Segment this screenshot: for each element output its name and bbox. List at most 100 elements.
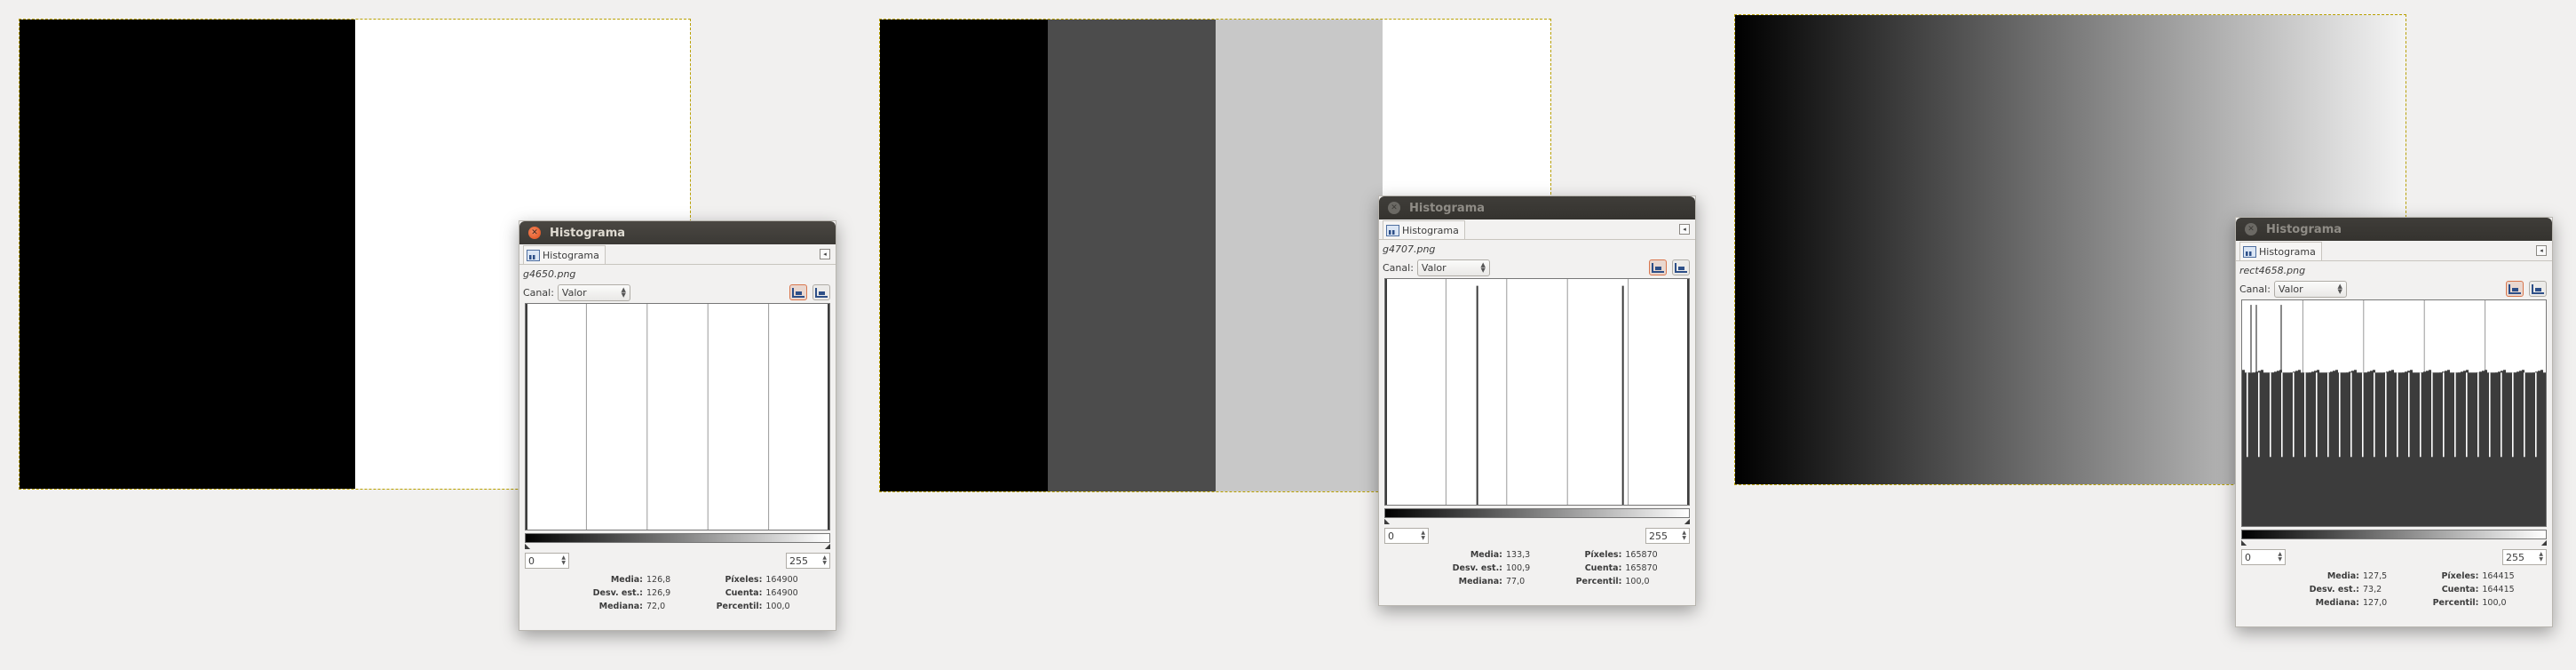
mean-label: Media: xyxy=(2326,571,2359,581)
mean-value: 133,3 xyxy=(1505,550,1531,560)
mean-value: 127,5 xyxy=(2362,571,2388,581)
histogram-gap xyxy=(2397,372,2398,458)
range-high-input[interactable]: 255 ▲ ▼ xyxy=(786,553,830,569)
histogram-bin xyxy=(2415,374,2418,379)
median-label: Mediana: xyxy=(598,602,643,611)
window-titlebar[interactable]: ✕ Histograma xyxy=(1379,196,1695,219)
histogram-bin xyxy=(2309,372,2311,377)
channel-select[interactable]: Valor ▲ ▼ xyxy=(2273,280,2347,298)
histogram-bin xyxy=(2271,372,2274,377)
spin-arrows-icon[interactable]: ▲ ▼ xyxy=(2539,552,2543,562)
dock-tabbar: Histograma ◂ xyxy=(519,244,836,265)
window-titlebar[interactable]: ✕ Histograma xyxy=(519,221,836,244)
histogram-bin xyxy=(2479,371,2482,376)
window-title: Histograma xyxy=(550,226,626,240)
window-titlebar[interactable]: ✕ Histograma xyxy=(2236,218,2552,241)
histogram-window-2: ✕ Histograma Histograma ◂ g4707.png Cana… xyxy=(1378,195,1696,606)
histogram-bin xyxy=(2365,372,2367,377)
range-low-input[interactable]: 0 ▲ ▼ xyxy=(525,553,569,569)
histogram-bin xyxy=(2391,370,2394,374)
spin-arrows-icon[interactable]: ▲ ▼ xyxy=(1682,530,1686,541)
spin-arrows-icon[interactable]: ▲ ▼ xyxy=(1421,530,1425,541)
tab-histogram[interactable]: Histograma xyxy=(1383,220,1465,239)
high-handle[interactable]: ◢ xyxy=(2541,539,2547,546)
low-handle[interactable]: ◣ xyxy=(1384,518,1390,525)
tab-histogram[interactable]: Histograma xyxy=(2239,242,2322,260)
tab-histogram[interactable]: Histograma xyxy=(523,245,606,264)
histogram-plateau xyxy=(2242,372,2546,526)
linear-scale-button[interactable] xyxy=(2506,281,2524,297)
histogram-plot[interactable] xyxy=(1384,278,1690,506)
histogram-gap xyxy=(2374,372,2375,458)
histogram-gap xyxy=(2247,372,2248,458)
histogram-bin xyxy=(2399,373,2402,378)
log-scale-button[interactable] xyxy=(2529,281,2547,297)
channel-label: Canal: xyxy=(523,286,554,299)
histogram-gap xyxy=(2501,372,2502,458)
range-low-value: 0 xyxy=(2245,551,2251,563)
channel-row: Canal: Valor ▲ ▼ xyxy=(1379,257,1695,278)
histogram-gap xyxy=(2270,372,2271,458)
range-low-value: 0 xyxy=(528,554,535,567)
histogram-plot[interactable] xyxy=(2241,299,2547,527)
tab-menu-icon[interactable]: ◂ xyxy=(1679,224,1690,235)
histogram-bin xyxy=(2378,374,2381,379)
chevron-updown-icon: ▲ ▼ xyxy=(2337,283,2342,295)
low-handle[interactable]: ◣ xyxy=(2241,539,2247,546)
image-filename: g4650.png xyxy=(523,268,576,280)
histogram-bin xyxy=(2482,371,2485,375)
histogram-gap xyxy=(2281,372,2283,458)
range-high-input[interactable]: 255 ▲ ▼ xyxy=(1645,528,1690,544)
range-low-input[interactable]: 0 ▲ ▼ xyxy=(2241,549,2286,565)
histogram-gap xyxy=(2512,372,2514,458)
high-handle[interactable]: ◢ xyxy=(825,543,830,550)
percentile-value: 100,0 xyxy=(2482,598,2507,608)
histogram-gap xyxy=(2535,372,2537,458)
histogram-bin xyxy=(2423,371,2426,376)
channel-select[interactable]: Valor ▲ ▼ xyxy=(1416,259,1490,276)
histogram-bin xyxy=(2498,371,2501,376)
linear-histogram-icon xyxy=(1652,262,1664,273)
range-inputs: 0 ▲ ▼ 255 ▲ ▼ xyxy=(519,550,836,571)
channel-select[interactable]: Valor ▲ ▼ xyxy=(557,283,630,301)
histogram-bin xyxy=(2471,374,2474,379)
histogram-bin xyxy=(2410,370,2413,374)
histogram-gap xyxy=(2454,372,2456,458)
histogram-bin xyxy=(2514,372,2517,377)
tab-menu-icon[interactable]: ◂ xyxy=(820,249,830,259)
histogram-bin xyxy=(2543,375,2546,379)
histogram-gap xyxy=(2304,372,2306,458)
mean-label: Media: xyxy=(1470,550,1502,560)
spin-arrows-icon[interactable]: ▲ ▼ xyxy=(822,555,827,566)
log-scale-button[interactable] xyxy=(812,284,830,300)
range-inputs: 0 ▲ ▼ 255 ▲ ▼ xyxy=(1379,525,1695,546)
histogram-plot[interactable] xyxy=(525,303,830,530)
range-low-input[interactable]: 0 ▲ ▼ xyxy=(1384,528,1429,544)
pixels-value: 165870 xyxy=(1625,550,1658,560)
median-label: Mediana: xyxy=(2315,598,2359,608)
histogram-bin xyxy=(2540,370,2543,374)
linear-scale-button[interactable] xyxy=(789,284,807,300)
range-handles: ◣ ◢ xyxy=(2241,539,2547,546)
spin-arrows-icon[interactable]: ▲ ▼ xyxy=(561,555,566,566)
log-scale-button[interactable] xyxy=(1672,259,1690,275)
spin-arrows-icon[interactable]: ▲ ▼ xyxy=(2278,552,2282,562)
channel-select-value: Valor xyxy=(1421,261,1447,274)
channel-row: Canal: Valor ▲ ▼ xyxy=(519,282,836,303)
histogram-bin xyxy=(2429,370,2431,374)
tab-menu-icon[interactable]: ◂ xyxy=(2536,245,2547,256)
linear-scale-button[interactable] xyxy=(1649,259,1667,275)
log-histogram-icon xyxy=(2532,283,2544,294)
histogram-bin xyxy=(2354,370,2357,374)
close-icon[interactable]: ✕ xyxy=(1388,202,1400,214)
histogram-bin xyxy=(2402,372,2405,377)
close-icon[interactable]: ✕ xyxy=(2245,223,2257,235)
histogram-svg xyxy=(526,304,829,530)
count-label: Cuenta: xyxy=(2441,585,2479,594)
range-high-input[interactable]: 255 ▲ ▼ xyxy=(2502,549,2547,565)
close-icon[interactable]: ✕ xyxy=(528,227,541,239)
high-handle[interactable]: ◢ xyxy=(1684,518,1690,525)
histogram-bin xyxy=(2285,374,2287,379)
histogram-gap xyxy=(2293,372,2295,458)
low-handle[interactable]: ◣ xyxy=(525,543,530,550)
